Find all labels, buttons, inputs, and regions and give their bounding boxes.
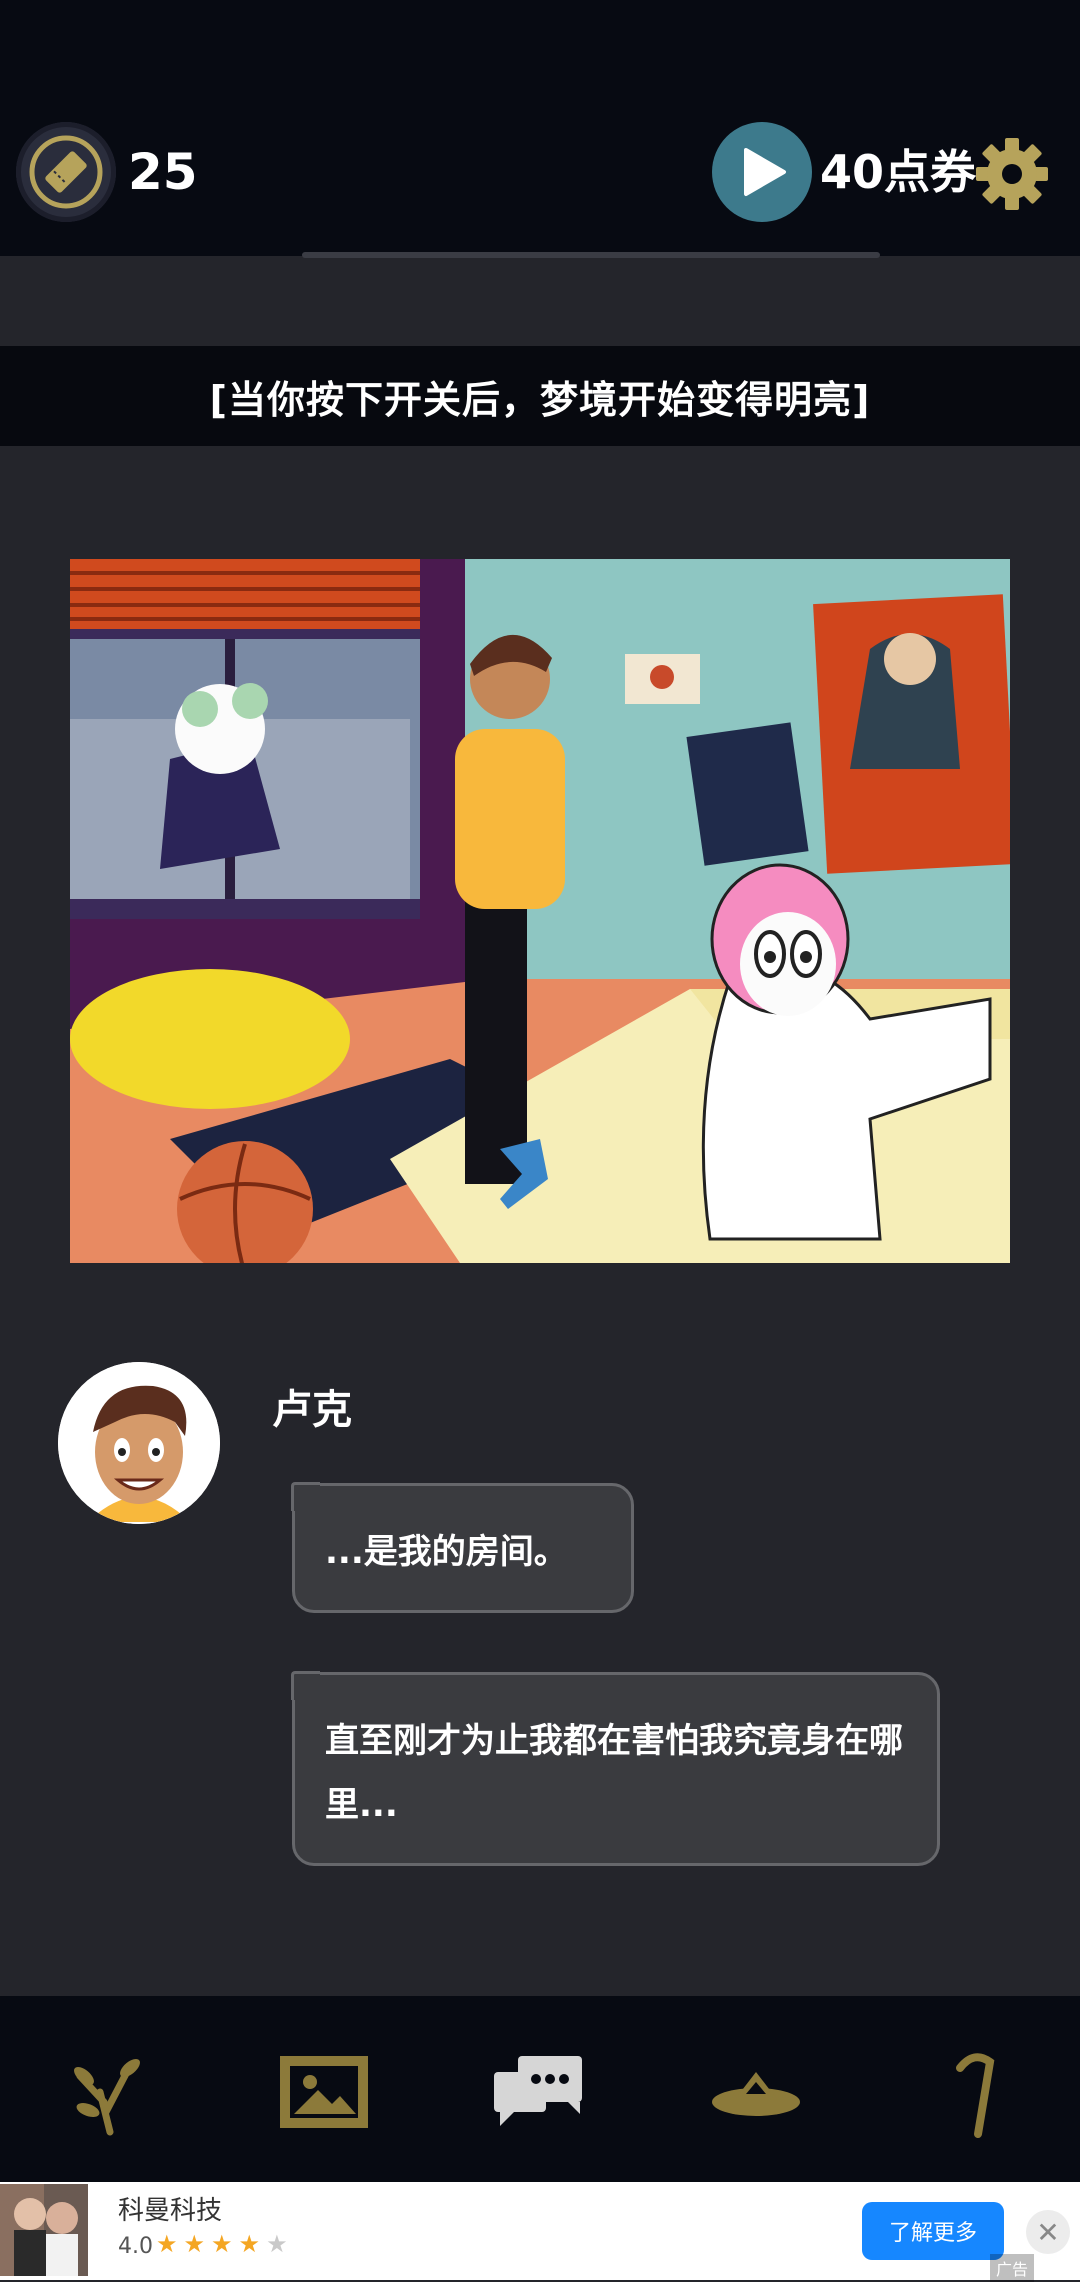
play-icon xyxy=(744,148,786,196)
ad-rating: 4.0 xyxy=(118,2234,153,2259)
bottom-nav xyxy=(0,1996,1080,2182)
narration-banner: [当你按下开关后，梦境开始变得明亮] xyxy=(0,346,1080,446)
ad-stars: ★★★★★ xyxy=(156,2230,294,2258)
gear-icon[interactable] xyxy=(974,136,1050,212)
cane-icon[interactable] xyxy=(920,2042,1020,2142)
speaker-avatar xyxy=(58,1362,220,1524)
plant-icon[interactable] xyxy=(60,2042,160,2142)
top-bar: 25 40点券 xyxy=(0,0,1080,256)
story-illustration xyxy=(70,559,1010,1263)
close-icon[interactable]: ✕ xyxy=(1026,2210,1070,2254)
learn-more-button[interactable]: 了解更多 xyxy=(862,2202,1004,2260)
hat-icon[interactable] xyxy=(706,2042,806,2142)
ad-thumbnail[interactable] xyxy=(0,2184,88,2276)
speaker-name: 卢克 xyxy=(272,1387,352,1433)
ticket-count: 25 xyxy=(128,143,198,201)
ticket-button[interactable] xyxy=(16,122,116,222)
dialogue-bubble[interactable]: ...是我的房间。 xyxy=(291,1482,634,1613)
gallery-icon[interactable] xyxy=(274,2042,374,2142)
ad-banner[interactable]: 科曼科技 4.0 ★★★★★ 了解更多 ✕ 广告 xyxy=(0,2182,1080,2282)
ticket-icon xyxy=(29,135,103,209)
dialogue-bubble[interactable]: 直至刚才为止我都在害怕我究竟身在哪里... xyxy=(291,1671,940,1866)
chat-icon[interactable] xyxy=(490,2042,590,2142)
dialogue-text: ...是我的房间。 xyxy=(325,1532,568,1572)
ad-label: 广告 xyxy=(990,2254,1035,2282)
scroll-handle xyxy=(302,252,880,258)
coupon-label: 40点券 xyxy=(820,145,977,199)
ad-advertiser: 科曼科技 xyxy=(118,2196,223,2226)
watch-video-button[interactable] xyxy=(712,122,812,222)
dialogue-text: 直至刚才为止我都在害怕我究竟身在哪里... xyxy=(325,1721,903,1825)
